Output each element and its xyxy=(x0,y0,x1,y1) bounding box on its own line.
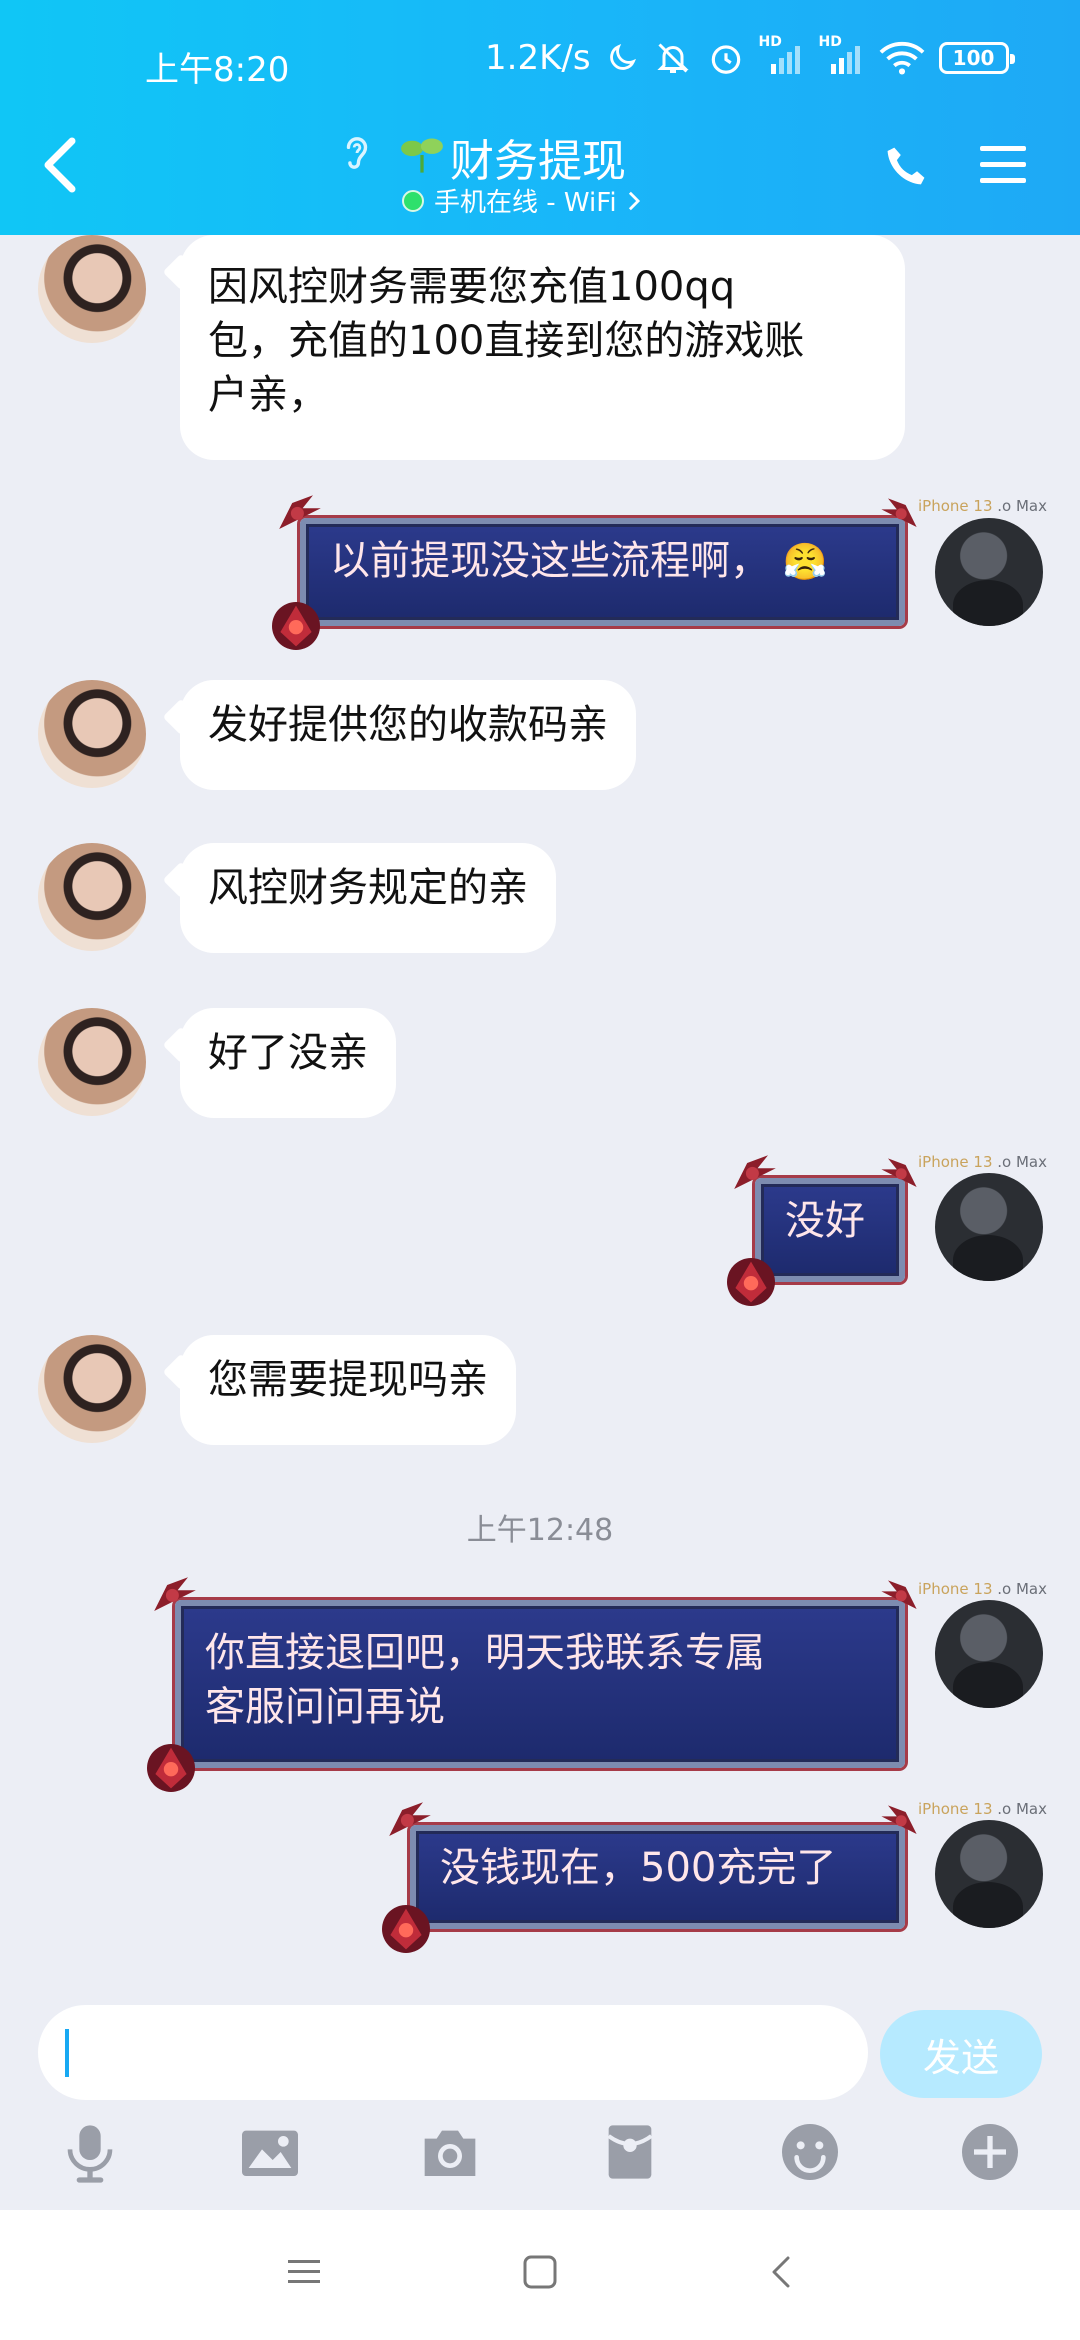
bubble-frame-ornament xyxy=(881,1158,917,1187)
battery-icon: 100 xyxy=(938,42,1015,74)
chevron-right-icon xyxy=(628,191,640,210)
device-brand: iPhone 13 xyxy=(918,1153,998,1171)
device-model: .o Max xyxy=(997,1800,1047,1818)
camera-icon[interactable] xyxy=(418,2120,482,2184)
message-bubble-incoming[interactable]: 发好提供您的收款码亲 xyxy=(180,680,636,790)
contact-avatar[interactable] xyxy=(38,843,146,951)
message-line: 发好提供您的收款码亲 xyxy=(208,702,608,748)
wifi-icon xyxy=(879,42,924,75)
sprout-icon xyxy=(401,138,443,173)
message-bubble-incoming[interactable]: 您需要提现吗亲 xyxy=(180,1335,516,1445)
mute-bell-icon xyxy=(656,43,689,73)
emoji-icon[interactable] xyxy=(778,2120,842,2184)
bubble-frame-ornament xyxy=(881,1805,917,1834)
message-bubble-incoming[interactable]: 好了没亲 xyxy=(180,1008,396,1118)
red-packet-icon[interactable] xyxy=(598,2120,662,2184)
status-bar: 上午8:20 1.2K/s HD HD 100 xyxy=(0,0,1080,130)
device-tag: iPhone 13 .o Max xyxy=(918,1153,1047,1171)
message-line: 好了没亲 xyxy=(208,1030,368,1076)
bubble-frame-ornament xyxy=(154,1577,196,1611)
contact-avatar[interactable] xyxy=(38,1335,146,1443)
device-tag: iPhone 13 .o Max xyxy=(918,497,1047,515)
message-bubble-incoming[interactable]: 因风控财务需要您充值100qq 包，充值的100直接到您的游戏账 户亲， xyxy=(180,235,905,460)
phone-call-icon[interactable] xyxy=(880,140,932,192)
frown-emoji-icon: 😤 xyxy=(782,542,828,583)
device-brand: iPhone 13 xyxy=(918,1580,998,1598)
status-icons: 1.2K/s HD HD 100 xyxy=(485,34,1015,78)
recent-apps-icon[interactable] xyxy=(286,2254,322,2290)
message-line: 你直接退回吧，明天我联系专属 xyxy=(205,1630,765,1676)
menu-icon[interactable] xyxy=(978,143,1028,187)
bubble-frame-ornament xyxy=(881,498,917,527)
bubble-frame-ornament xyxy=(389,1802,431,1836)
contact-avatar[interactable] xyxy=(38,1008,146,1116)
device-model: .o Max xyxy=(997,1153,1047,1171)
mic-icon[interactable] xyxy=(58,2120,122,2184)
message-line: 包，充值的100直接到您的游戏账 xyxy=(208,318,805,364)
text-caret xyxy=(65,2029,69,2077)
bubble-frame-ornament xyxy=(279,495,321,529)
home-icon[interactable] xyxy=(522,2254,558,2290)
message-line: 户亲， xyxy=(208,372,328,418)
message-bubble-outgoing[interactable]: 没好 xyxy=(727,1155,917,1306)
my-avatar[interactable] xyxy=(935,518,1043,626)
message-text: 没钱现在，500充完了 xyxy=(440,1845,837,1891)
send-button[interactable]: 发送 xyxy=(880,2010,1042,2098)
contact-avatar[interactable] xyxy=(38,680,146,788)
my-avatar[interactable] xyxy=(935,1820,1043,1928)
message-input[interactable] xyxy=(38,2005,868,2100)
my-avatar[interactable] xyxy=(935,1600,1043,1708)
chat-header: 上午8:20 1.2K/s HD HD 100 财务提现 手机在线 - WiFi xyxy=(0,0,1080,235)
ear-icon[interactable] xyxy=(340,129,374,177)
my-avatar[interactable] xyxy=(935,1173,1043,1281)
online-status[interactable]: 手机在线 - WiFi xyxy=(402,182,641,219)
device-model: .o Max xyxy=(997,1580,1047,1598)
online-status-text: 手机在线 - WiFi xyxy=(434,188,617,218)
device-model: .o Max xyxy=(997,497,1047,515)
signal-2-icon: HD xyxy=(819,34,865,76)
plus-icon[interactable] xyxy=(958,2120,1022,2184)
signal-1-icon: HD xyxy=(759,34,805,76)
bubble-frame-ornament xyxy=(734,1155,776,1189)
device-brand: iPhone 13 xyxy=(918,497,998,515)
message-bubble-incoming[interactable]: 风控财务规定的亲 xyxy=(180,843,556,953)
chat-title-area[interactable]: 财务提现 手机在线 - WiFi xyxy=(340,125,740,225)
chat-title: 财务提现 xyxy=(450,136,626,187)
message-bubble-outgoing[interactable]: 没钱现在，500充完了 xyxy=(382,1802,917,1953)
image-icon[interactable] xyxy=(238,2120,302,2184)
message-bubble-outgoing[interactable]: 以前提现没这些流程啊， 😤 xyxy=(272,495,917,650)
moon-icon xyxy=(609,43,636,70)
network-speed: 1.2K/s xyxy=(485,38,591,78)
message-line: 客服问问再说 xyxy=(205,1684,445,1730)
message-bubble-outgoing[interactable]: 你直接退回吧，明天我联系专属 客服问问再说 xyxy=(147,1577,917,1792)
message-line: 您需要提现吗亲 xyxy=(208,1357,488,1403)
input-area: 发送 xyxy=(0,1980,1080,2210)
device-brand: iPhone 13 xyxy=(918,1800,998,1818)
online-dot xyxy=(402,189,424,212)
time-divider: 上午12:48 xyxy=(466,1513,614,1548)
system-navigation-bar xyxy=(0,2210,1080,2340)
bubble-frame-ornament xyxy=(382,1905,430,1953)
bubble-frame-ornament xyxy=(147,1744,195,1792)
alarm-icon xyxy=(711,45,740,74)
message-line: 因风控财务需要您充值100qq xyxy=(208,264,736,310)
back-nav-icon[interactable] xyxy=(764,2254,800,2290)
message-line: 风控财务规定的亲 xyxy=(208,865,528,911)
status-time: 上午8:20 xyxy=(145,50,290,90)
device-tag: iPhone 13 .o Max xyxy=(918,1580,1047,1598)
message-text: 以前提现没这些流程啊， xyxy=(330,538,770,584)
message-text: 没好 xyxy=(785,1198,865,1244)
back-icon[interactable] xyxy=(40,135,80,195)
bubble-frame-ornament xyxy=(727,1258,775,1306)
bubble-frame-ornament xyxy=(272,602,320,650)
bubble-frame-ornament xyxy=(881,1580,917,1609)
device-tag: iPhone 13 .o Max xyxy=(918,1800,1047,1818)
contact-avatar[interactable] xyxy=(38,235,146,343)
